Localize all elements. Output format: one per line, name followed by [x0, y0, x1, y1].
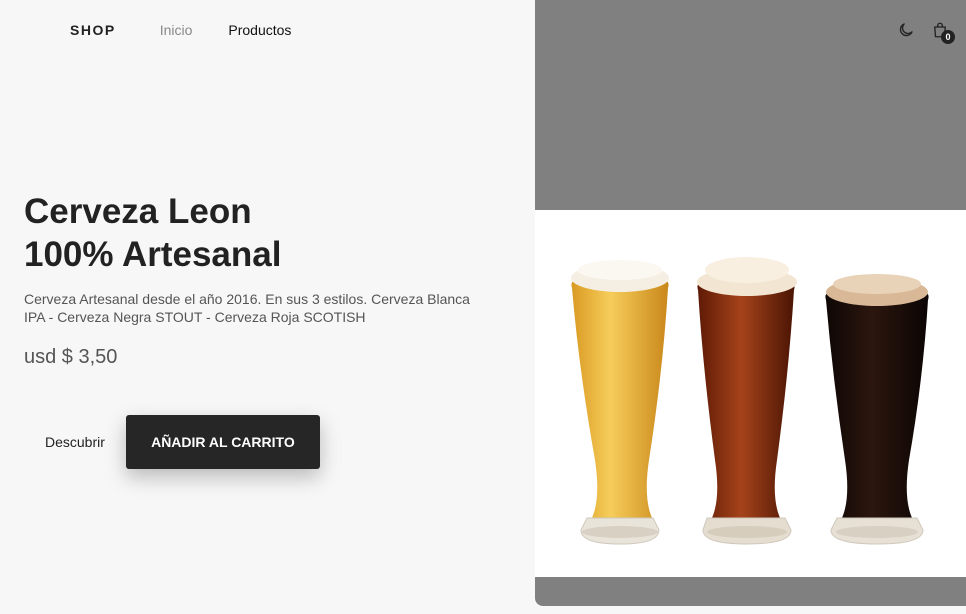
hero-panel: SHOP Inicio Productos Cerveza Leon 100% …	[0, 0, 535, 614]
hero-title: Cerveza Leon 100% Artesanal	[24, 190, 281, 276]
product-image-panel: 0	[535, 0, 966, 606]
top-nav: SHOP Inicio Productos	[70, 20, 327, 40]
glass-blonde	[571, 260, 669, 545]
beer-glasses-illustration	[571, 257, 929, 545]
glass-red	[697, 257, 797, 545]
add-to-cart-button[interactable]: AÑADIR AL CARRITO	[125, 415, 320, 469]
product-photo	[535, 210, 966, 577]
cart-count-badge: 0	[941, 30, 955, 44]
shopping-bag-icon[interactable]: 0	[928, 18, 955, 44]
hero-title-line-2: 100% Artesanal	[24, 235, 282, 274]
brand-logo[interactable]: SHOP	[70, 22, 116, 38]
product-price: usd $ 3,50	[24, 346, 118, 368]
moon-icon[interactable]	[894, 18, 918, 42]
nav-link-productos[interactable]: Productos	[228, 22, 291, 38]
hero-actions: Descubrir AÑADIR AL CARRITO	[24, 415, 320, 469]
nav-link-inicio[interactable]: Inicio	[160, 22, 193, 38]
hero-description: Cerveza Artesanal desde el año 2016. En …	[24, 291, 470, 325]
glass-dark	[825, 274, 929, 545]
header-icons: 0	[884, 18, 955, 44]
discover-button[interactable]: Descubrir	[24, 415, 126, 469]
hero-title-line-1: Cerveza Leon	[24, 192, 252, 231]
